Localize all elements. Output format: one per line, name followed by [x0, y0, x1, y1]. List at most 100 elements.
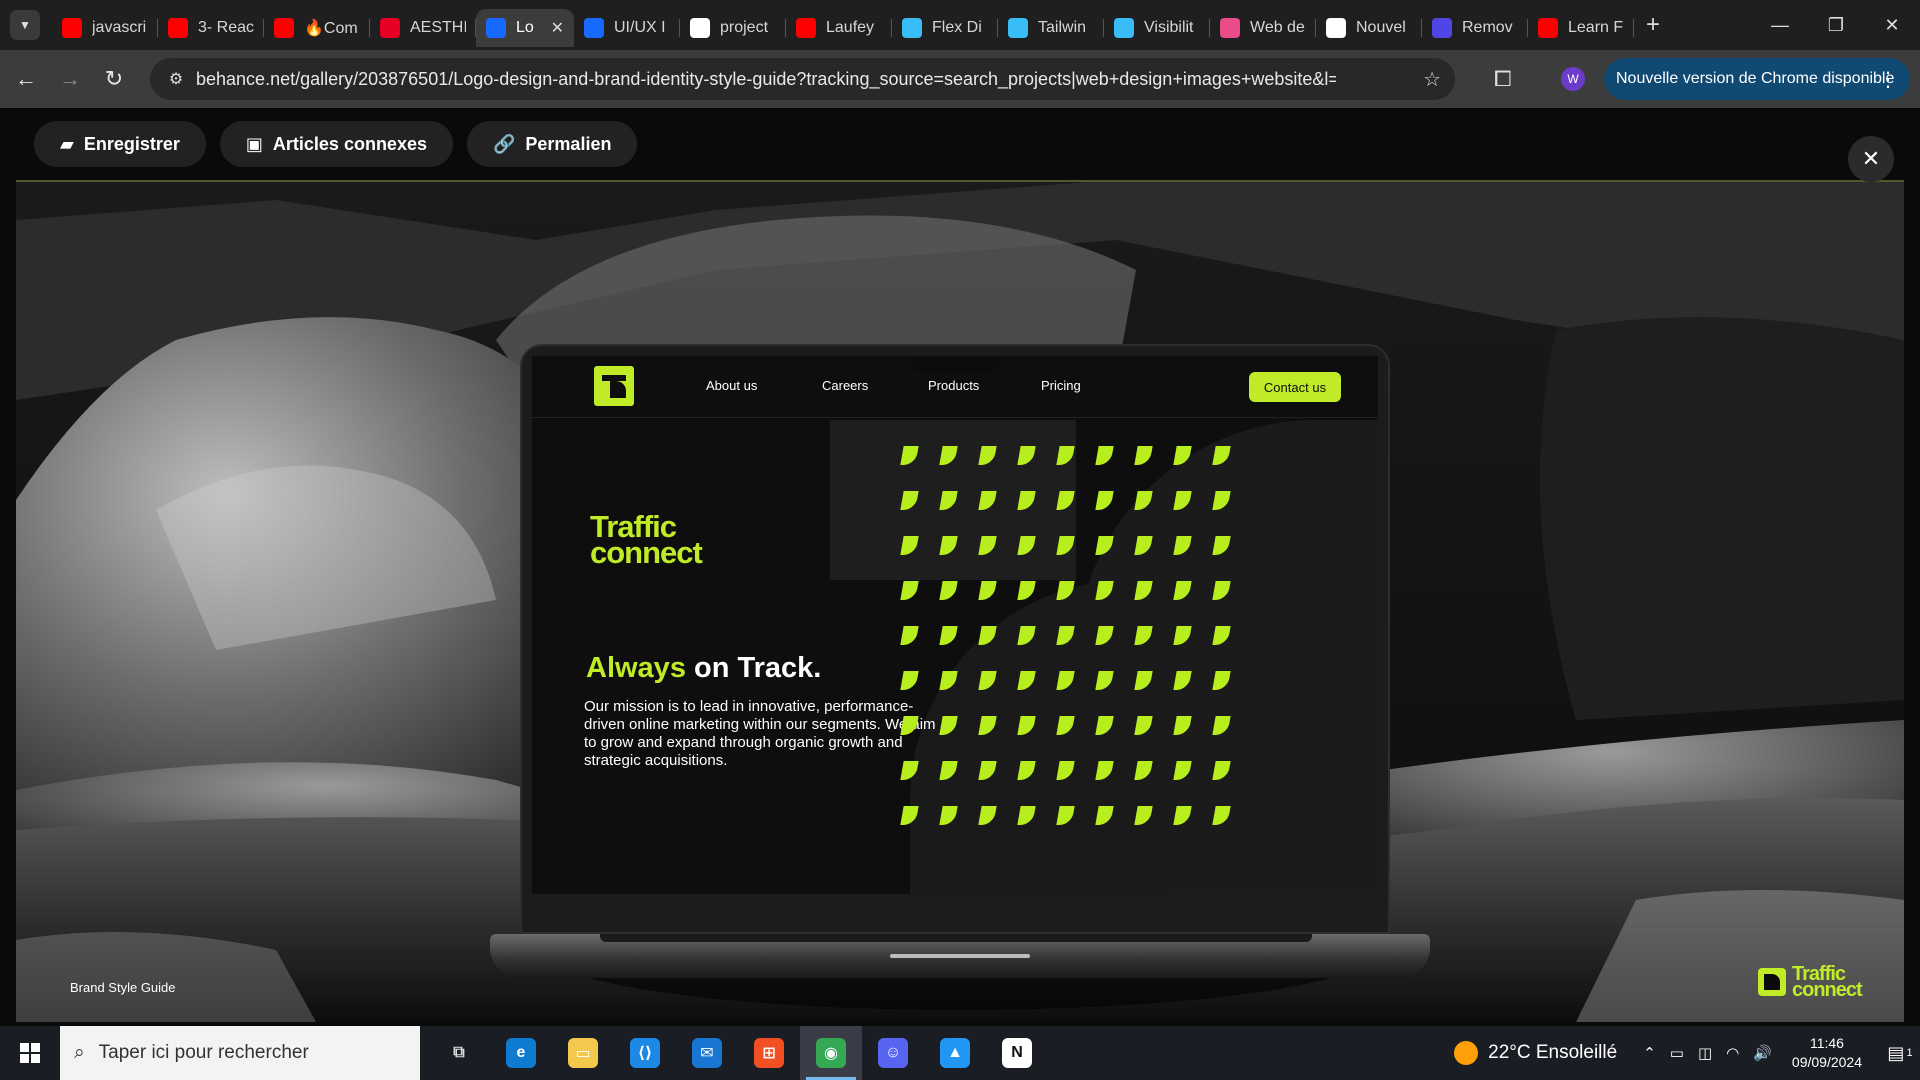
leaf-shape: [939, 581, 958, 600]
browser-tab[interactable]: AESTHI: [370, 9, 476, 47]
tab-title: Lo: [516, 19, 534, 36]
browser-tab[interactable]: Remov: [1422, 9, 1528, 47]
new-tab-button[interactable]: +: [1646, 11, 1660, 39]
clock-time: 11:46: [1809, 1035, 1844, 1051]
notification-center-button[interactable]: ▤ 1: [1880, 1026, 1920, 1080]
close-icon: ✕: [1861, 146, 1881, 171]
restore-button[interactable]: ❐: [1808, 0, 1864, 50]
wifi-icon[interactable]: ◠: [1726, 1044, 1739, 1062]
chevron-down-icon: ▼: [19, 18, 31, 32]
tab-title: Flex Di: [932, 19, 982, 36]
clock[interactable]: 11:46 09/09/2024: [1792, 1034, 1862, 1072]
tab-title: Visibilit: [1144, 19, 1194, 36]
browser-tab[interactable]: Web de: [1210, 9, 1316, 47]
forward-button[interactable]: →: [52, 61, 88, 97]
taskbar-apps: ⧉ e ▭ ⟨⟩ ✉ ⊞ ◉ ☺ ▲ N: [428, 1026, 1048, 1080]
browser-tab[interactable]: project: [680, 9, 786, 47]
taskbar-app[interactable]: ✉: [676, 1026, 738, 1080]
chevron-up-icon[interactable]: ⌃: [1643, 1044, 1656, 1062]
leaf-shape: [900, 581, 919, 600]
browser-tab[interactable]: Learn F: [1528, 9, 1634, 47]
battery-icon[interactable]: ▭: [1670, 1044, 1684, 1062]
notification-icon: ▤: [1887, 1042, 1905, 1063]
tray-icons: ⌃ ▭ ◫ ◠ 🔊: [1643, 1044, 1772, 1062]
brand-wordmark: Traffic connect: [590, 511, 703, 570]
sun-icon: [1454, 1041, 1479, 1065]
taskbar-app[interactable]: ⧉: [428, 1026, 490, 1080]
browser-tab[interactable]: javascri: [52, 9, 158, 47]
camera-icon[interactable]: ◫: [1698, 1044, 1712, 1062]
extensions-icon[interactable]: ⧠: [1494, 66, 1512, 92]
browser-tab[interactable]: Laufey: [786, 9, 892, 47]
taskbar-app[interactable]: ▭: [552, 1026, 614, 1080]
browser-tab[interactable]: Lo ✕: [476, 9, 574, 47]
browser-toolbar: ← → ↻ ⚙ behance.net/gallery/203876501/Lo…: [0, 50, 1920, 108]
pinterest-icon: [380, 18, 400, 38]
related-articles-button[interactable]: ▣ Articles connexes: [219, 121, 453, 167]
tailwind-icon: [902, 18, 922, 38]
close-tab-icon[interactable]: ✕: [551, 18, 564, 38]
profile-avatar[interactable]: W: [1561, 67, 1585, 91]
system-tray: 22°C Ensoleillé ⌃ ▭ ◫ ◠ 🔊 11:46 09/09/20…: [1454, 1026, 1920, 1080]
browser-tab[interactable]: UI/UX I: [574, 9, 680, 47]
browser-tab[interactable]: Flex Di: [892, 9, 998, 47]
tab-title: Laufey: [826, 19, 875, 36]
browser-tab[interactable]: 3- Reac: [158, 9, 264, 47]
taskbar-app[interactable]: ◉: [800, 1026, 862, 1080]
laptop-notch: [910, 358, 1000, 372]
reload-icon: ↻: [104, 66, 124, 91]
weather-widget[interactable]: 22°C Ensoleillé: [1454, 1041, 1617, 1065]
leaf-shape: [978, 581, 997, 600]
tab-list: javascri 3- Reac 🔥Com AESTHI Lo ✕ UI/UX I proje…: [52, 0, 1634, 50]
bookmark-star-icon[interactable]: ☆: [1423, 67, 1441, 92]
back-button[interactable]: ←: [8, 61, 44, 97]
browser-tab[interactable]: Tailwin: [998, 9, 1104, 47]
taskbar-app[interactable]: N: [986, 1026, 1048, 1080]
tab-title: UI/UX I: [614, 19, 666, 36]
save-button[interactable]: ▰ Enregistrer: [34, 121, 206, 167]
minimize-button[interactable]: —: [1752, 0, 1808, 50]
photoroom-icon: [1432, 18, 1452, 38]
taskbar-search[interactable]: ⌕ Taper ici pour rechercher: [60, 1026, 420, 1080]
tab-title: javascri: [92, 19, 147, 36]
reload-button[interactable]: ↻: [96, 61, 132, 97]
permalink-button[interactable]: 🔗 Permalien: [466, 121, 638, 167]
taskbar-app[interactable]: e: [490, 1026, 552, 1080]
folder-icon: ▰: [60, 133, 74, 154]
tab-title: Web de: [1250, 19, 1305, 36]
browser-tab[interactable]: Visibilit: [1104, 9, 1210, 47]
tab-title: Tailwin: [1038, 19, 1087, 36]
url-text[interactable]: behance.net/gallery/203876501/Logo-desig…: [196, 69, 1336, 90]
brand-wordmark-line: connect: [590, 535, 703, 570]
chrome-update-button[interactable]: Nouvelle version de Chrome disponible ⋮: [1604, 58, 1910, 100]
vscode-icon: ⟨⟩: [630, 1038, 660, 1068]
browser-tab[interactable]: 🔥Com: [264, 9, 370, 47]
start-button[interactable]: [0, 1026, 60, 1080]
tab-search-button[interactable]: ▼: [10, 10, 40, 40]
leaf-shape: [1095, 491, 1114, 510]
windows-logo-icon: [20, 1043, 40, 1063]
photos-icon: ▲: [940, 1038, 970, 1068]
hero-title-accent: Always: [586, 652, 686, 684]
hero-body: Our mission is to lead in innovative, pe…: [584, 698, 936, 769]
taskbar-app[interactable]: ⊞: [738, 1026, 800, 1080]
image-caption: Brand Style Guide: [70, 980, 176, 995]
close-viewer-button[interactable]: ✕: [1848, 136, 1894, 182]
hero-title: Always on Track.: [586, 652, 821, 685]
file-explorer-icon: ▭: [568, 1038, 598, 1068]
taskbar-app[interactable]: ⟨⟩: [614, 1026, 676, 1080]
more-menu-icon[interactable]: ⋮: [1878, 67, 1898, 92]
site-info-icon[interactable]: ⚙: [156, 69, 196, 89]
taskbar-app[interactable]: ▲: [924, 1026, 986, 1080]
browser-tab[interactable]: Nouvel: [1316, 9, 1422, 47]
leaf-shape: [939, 626, 958, 645]
taskbar-app[interactable]: ☺: [862, 1026, 924, 1080]
browser-tab-strip: ▼ javascri 3- Reac 🔥Com AESTHI Lo ✕ UI/UX I pro…: [0, 0, 1920, 50]
close-window-button[interactable]: ✕: [1864, 0, 1920, 50]
discord-icon: ☺: [878, 1038, 908, 1068]
address-bar[interactable]: ⚙ behance.net/gallery/203876501/Logo-des…: [150, 58, 1455, 100]
update-label: Nouvelle version de Chrome disponible: [1616, 70, 1895, 87]
nav-pricing: Pricing: [1041, 378, 1081, 393]
store-icon: ⊞: [754, 1038, 784, 1068]
volume-icon[interactable]: 🔊: [1753, 1044, 1772, 1062]
